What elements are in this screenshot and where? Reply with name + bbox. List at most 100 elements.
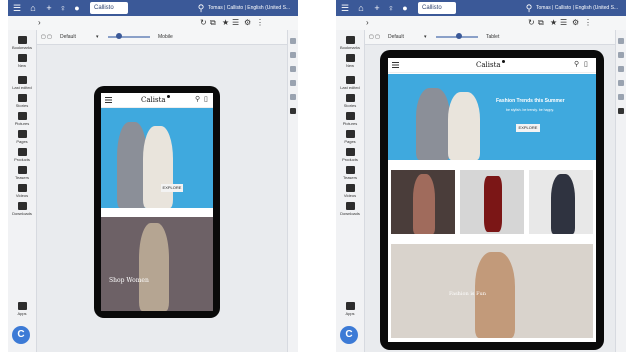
menu-icon[interactable]: ☰ bbox=[340, 3, 350, 13]
gear-icon[interactable]: ⚙ bbox=[244, 16, 251, 30]
category-tile-men[interactable] bbox=[529, 170, 593, 234]
home-icon[interactable]: ⌂ bbox=[356, 3, 366, 13]
bulb-icon[interactable]: ♀ bbox=[386, 3, 396, 13]
sidebar-item-apps[interactable]: Apps bbox=[8, 302, 36, 316]
user-site-label[interactable]: Tomas | Callisto | English (United S... bbox=[208, 4, 296, 12]
sidebar-item-pictures[interactable]: Pictures bbox=[8, 112, 36, 126]
sidebar-item-pictures[interactable]: Pictures bbox=[336, 112, 364, 126]
device-icon[interactable] bbox=[290, 108, 296, 114]
menu-icon[interactable]: ☰ bbox=[12, 3, 22, 13]
preset-select[interactable]: Default bbox=[388, 30, 404, 44]
bulb-icon[interactable]: ♀ bbox=[58, 3, 68, 13]
sidebar-item-bookmarks[interactable]: Bookmarks bbox=[336, 36, 364, 50]
cart-icon[interactable]: ▯ bbox=[204, 96, 208, 104]
picture-icon bbox=[345, 112, 355, 120]
sidebar-item-pages[interactable]: Pages bbox=[336, 130, 364, 144]
sidebar-item-stories[interactable]: Stories bbox=[8, 94, 36, 108]
site-logo[interactable]: Calista bbox=[141, 95, 170, 105]
history-icon[interactable] bbox=[618, 80, 624, 86]
history-icon[interactable] bbox=[290, 80, 296, 86]
sidebar-item-bookmarks[interactable]: Bookmarks bbox=[8, 36, 36, 50]
sidebar-item-new[interactable]: New bbox=[8, 54, 36, 68]
sidebar-item-pages[interactable]: Pages bbox=[8, 130, 36, 144]
shop-women-tile[interactable]: Shop Women bbox=[101, 217, 213, 311]
open-icon[interactable]: ⧉ bbox=[538, 16, 544, 30]
preview-icon[interactable] bbox=[618, 94, 624, 100]
fashion-is-fun-tile[interactable]: Fashion is Fun bbox=[391, 244, 593, 338]
gear-icon[interactable]: ⚙ bbox=[572, 16, 579, 30]
preset-icon[interactable]: ▢ ▢ bbox=[369, 30, 380, 44]
star-icon[interactable]: ★ bbox=[550, 16, 557, 30]
open-icon[interactable]: ⧉ bbox=[210, 16, 216, 30]
hero-explore-button[interactable]: EXPLORE bbox=[161, 184, 183, 192]
sidebar-item-videos[interactable]: Videos bbox=[8, 184, 36, 198]
app-launcher-button[interactable]: C bbox=[12, 326, 30, 344]
preset-icon[interactable]: ▢ ▢ bbox=[41, 30, 52, 44]
list-icon[interactable]: ☰ bbox=[560, 16, 567, 30]
zoom-slider-knob[interactable] bbox=[456, 33, 462, 39]
chat-icon[interactable]: ● bbox=[400, 3, 410, 13]
cart-icon[interactable]: ▯ bbox=[584, 61, 588, 69]
studio-window-tablet: ☰ ⌂ + ♀ ● Callisto ⚲ Tomas | Callisto | … bbox=[336, 0, 626, 352]
sidebar-item-last-edited[interactable]: Last edited bbox=[8, 76, 36, 90]
category-tile-women[interactable] bbox=[391, 170, 455, 234]
sidebar-item-videos[interactable]: Videos bbox=[336, 184, 364, 198]
preset-select[interactable]: Default bbox=[60, 30, 76, 44]
tab-callisto[interactable]: Callisto bbox=[418, 2, 456, 14]
sidebar-item-last-edited[interactable]: Last edited bbox=[336, 76, 364, 90]
tab-callisto[interactable]: Callisto bbox=[90, 2, 128, 14]
chevron-right-icon[interactable]: › bbox=[38, 16, 41, 30]
device-icon[interactable] bbox=[618, 108, 624, 114]
sidebar-item-stories[interactable]: Stories bbox=[336, 94, 364, 108]
zoom-slider[interactable] bbox=[108, 36, 150, 38]
top-navigation-bar: ☰ ⌂ + ♀ ● Callisto ⚲ Tomas | Callisto | … bbox=[8, 0, 298, 16]
reload-icon[interactable]: ↻ bbox=[200, 16, 207, 30]
check-icon[interactable] bbox=[290, 66, 296, 72]
plus-icon[interactable]: + bbox=[372, 3, 382, 13]
hamburger-menu-icon[interactable] bbox=[105, 97, 112, 103]
sidebar-item-downloads[interactable]: Downloads bbox=[8, 202, 36, 216]
sidebar-item-new[interactable]: New bbox=[336, 54, 364, 68]
list-icon[interactable]: ☰ bbox=[232, 16, 239, 30]
sidebar-item-downloads[interactable]: Downloads bbox=[336, 202, 364, 216]
site-header: Calista ⚲ ▯ bbox=[101, 93, 213, 108]
plus-icon[interactable]: + bbox=[44, 3, 54, 13]
search-icon[interactable]: ⚲ bbox=[195, 96, 200, 104]
chevron-right-icon[interactable]: › bbox=[366, 16, 369, 30]
chat-icon[interactable]: ● bbox=[72, 3, 82, 13]
sidebar-item-teasers[interactable]: Teasers bbox=[8, 166, 36, 180]
device-select[interactable]: Tablet bbox=[486, 30, 499, 44]
zoom-slider-knob[interactable] bbox=[116, 33, 122, 39]
pin-icon[interactable] bbox=[290, 38, 296, 44]
user-icon[interactable]: ⚲ bbox=[196, 3, 206, 13]
hamburger-menu-icon[interactable] bbox=[392, 62, 399, 68]
sidebar-item-products[interactable]: Products bbox=[8, 148, 36, 162]
hero-banner[interactable]: Fashion Trends this Summer be stylish. b… bbox=[388, 74, 596, 160]
app-launcher-button[interactable]: C bbox=[340, 326, 358, 344]
preview-icon[interactable] bbox=[290, 94, 296, 100]
more-icon[interactable]: ⋮ bbox=[584, 16, 592, 30]
dropdown-icon[interactable]: ▾ bbox=[96, 30, 99, 44]
reload-icon[interactable]: ↻ bbox=[528, 16, 535, 30]
edit-icon[interactable] bbox=[618, 52, 624, 58]
sidebar-item-teasers[interactable]: Teasers bbox=[336, 166, 364, 180]
category-tile-shoes[interactable] bbox=[460, 170, 524, 234]
sidebar-item-products[interactable]: Products bbox=[336, 148, 364, 162]
device-select[interactable]: Mobile bbox=[158, 30, 173, 44]
hero-banner[interactable]: EXPLORE bbox=[101, 108, 213, 208]
search-icon[interactable]: ⚲ bbox=[574, 61, 579, 69]
hero-explore-button[interactable]: EXPLORE bbox=[516, 124, 540, 132]
edit-icon[interactable] bbox=[290, 52, 296, 58]
user-site-label[interactable]: Tomas | Callisto | English (United S... bbox=[536, 4, 624, 12]
sidebar-item-label: Pages bbox=[344, 139, 356, 144]
dropdown-icon[interactable]: ▾ bbox=[424, 30, 427, 44]
sidebar-item-apps[interactable]: Apps bbox=[336, 302, 364, 316]
home-icon[interactable]: ⌂ bbox=[28, 3, 38, 13]
check-icon[interactable] bbox=[618, 66, 624, 72]
more-icon[interactable]: ⋮ bbox=[256, 16, 264, 30]
star-icon[interactable]: ★ bbox=[222, 16, 229, 30]
user-icon[interactable]: ⚲ bbox=[524, 3, 534, 13]
pin-icon[interactable] bbox=[618, 38, 624, 44]
preview-toolbar: ▢ ▢ Default ▾ Mobile bbox=[8, 30, 298, 45]
site-logo[interactable]: Calista bbox=[476, 60, 505, 70]
